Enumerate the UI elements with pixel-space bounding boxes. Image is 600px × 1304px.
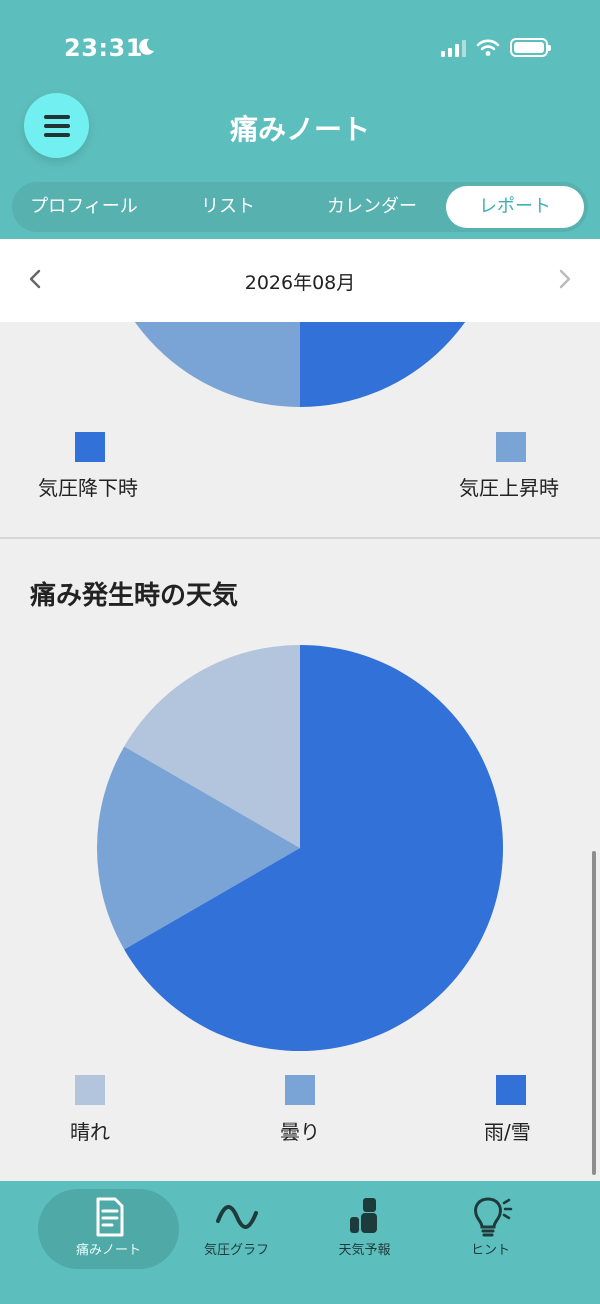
lightbulb-icon (473, 1197, 512, 1237)
nav-item-weather-forecast[interactable]: 天気予報 (294, 1189, 435, 1269)
legend-swatch-rain-snow (496, 1075, 526, 1105)
moon-icon (139, 38, 154, 55)
chevron-right-icon[interactable] (552, 267, 576, 291)
legend-swatch-sunny (75, 1075, 105, 1105)
nav-label: 天気予報 (338, 1243, 391, 1258)
status-icons (441, 38, 551, 57)
legend-label-sunny: 晴れ (70, 1120, 110, 1144)
legend-label-pressure-down: 気圧降下時 (38, 476, 138, 500)
month-selector: 2026年08月 (0, 239, 600, 322)
pressure-pie-chart (134, 322, 466, 407)
nav-label: 痛みノート (75, 1243, 141, 1258)
legend-swatch-cloudy (285, 1075, 315, 1105)
tab-calendar[interactable]: カレンダー (300, 186, 444, 228)
wave-icon (215, 1205, 258, 1229)
tab-bar: プロフィール リスト カレンダー レポート (12, 182, 588, 232)
weather-icon (349, 1198, 377, 1233)
nav-item-hints[interactable]: ヒント (420, 1189, 561, 1269)
nav-item-pressure-graph[interactable]: 気圧グラフ (166, 1189, 307, 1269)
wifi-icon (476, 39, 500, 56)
app-header: 23:31 痛みノート プロフィール リスト カレンダー レポート (0, 0, 600, 239)
nav-item-pain-note[interactable]: 痛みノート (38, 1189, 179, 1269)
signal-icon (441, 39, 466, 57)
legend-label-pressure-up: 気圧上昇時 (459, 476, 559, 500)
scrollbar[interactable] (592, 851, 596, 1175)
legend-label-cloudy: 曇り (280, 1120, 320, 1144)
legend-swatch-pressure-up (496, 432, 526, 462)
note-icon (96, 1197, 123, 1237)
month-label: 2026年08月 (244, 272, 356, 294)
pie-slice-pressure-down (300, 322, 466, 407)
bottom-nav: 痛みノート 気圧グラフ 天気予報 ヒント (0, 1181, 600, 1304)
section-title-weather: 痛み発生時の天気 (30, 581, 239, 611)
section-divider (0, 537, 600, 539)
weather-pie-chart (97, 645, 503, 1051)
legend-label-rain-snow: 雨/雪 (484, 1120, 531, 1144)
nav-label: ヒント (470, 1243, 510, 1258)
tab-list[interactable]: リスト (156, 186, 300, 228)
page-title: 痛みノート (229, 113, 370, 146)
nav-label: 気圧グラフ (203, 1243, 269, 1258)
tab-profile[interactable]: プロフィール (12, 186, 156, 228)
pie-slice-pressure-up (134, 322, 300, 407)
tab-report[interactable]: レポート (446, 186, 584, 228)
battery-icon (510, 38, 551, 57)
status-time: 23:31 (64, 34, 143, 62)
legend-swatch-pressure-down (75, 432, 105, 462)
